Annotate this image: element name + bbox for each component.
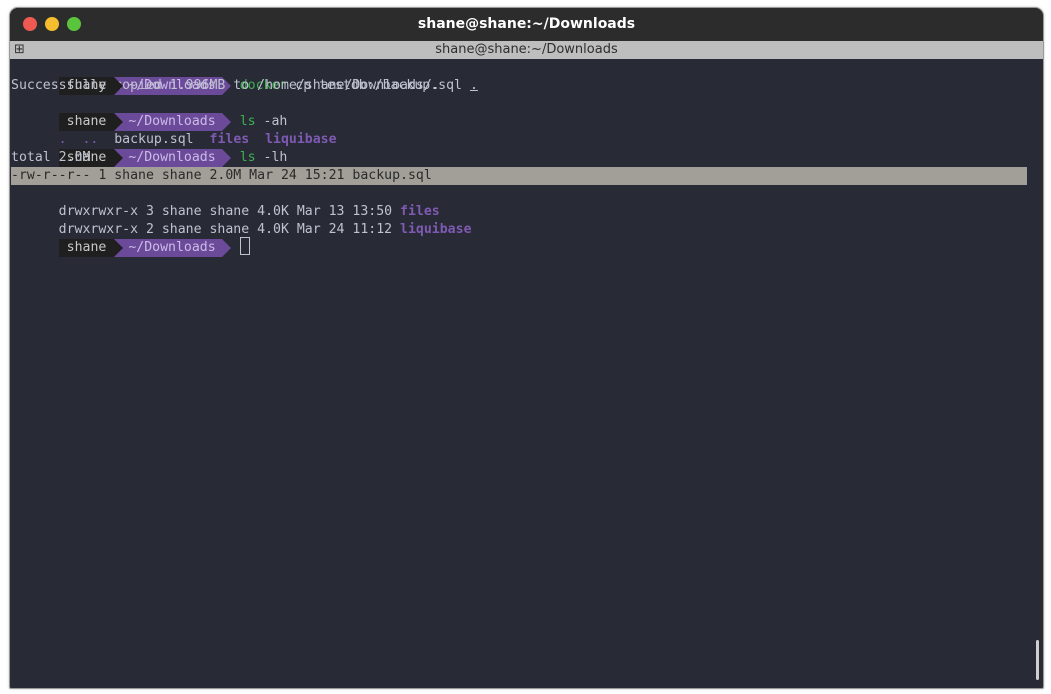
- scrollbar[interactable]: [1036, 640, 1039, 680]
- prompt-line: shane ~/Downloads ls -ah: [11, 95, 287, 131]
- prompt-dir-segment: ~/Downloads: [114, 149, 232, 167]
- listing-row-selected[interactable]: -rw-r--r-- 1 shane shane 2.0M Mar 24 15:…: [11, 167, 432, 185]
- tab-title: shane@shane:~/Downloads: [435, 42, 618, 57]
- prompt-line: shane ~/Downloads docker cp testdb:/backup…: [11, 59, 478, 95]
- window-title: shane@shane:~/Downloads: [417, 16, 636, 32]
- listing-row: drwxrwxr-x 3 shane shane 4.0K Mar 13 13:…: [11, 185, 440, 219]
- tab-bar[interactable]: ⊞ shane@shane:~/Downloads: [10, 41, 1043, 59]
- output-line: total 2.0M: [11, 150, 91, 165]
- text-cursor[interactable]: [239, 237, 250, 255]
- prompt-user-segment: shane: [58, 239, 124, 257]
- output-line: . .. backup.sql files liquibase: [11, 113, 337, 147]
- terminal-output[interactable]: shane ~/Downloads docker cp testdb:/backup…: [11, 59, 1027, 687]
- prompt-dir-segment: ~/Downloads: [114, 239, 232, 257]
- listing-row: drwxrwxr-x 2 shane shane 4.0K Mar 24 11:…: [11, 203, 472, 237]
- command-name: ls: [239, 150, 256, 165]
- command-args: -lh: [255, 150, 288, 165]
- title-bar[interactable]: shane@shane:~/Downloads: [10, 8, 1043, 41]
- directory-entry: liquibase: [400, 222, 472, 237]
- prompt-line: shane ~/Downloads ls -lh: [11, 131, 287, 167]
- terminal-window: shane@shane:~/Downloads ⊞ shane@shane:~/…: [9, 7, 1044, 689]
- prompt-line: shane ~/Downloads: [11, 221, 250, 257]
- output-line: Successfully copied 1.996MB to /home/sha…: [11, 78, 440, 93]
- command-target: .: [469, 78, 478, 93]
